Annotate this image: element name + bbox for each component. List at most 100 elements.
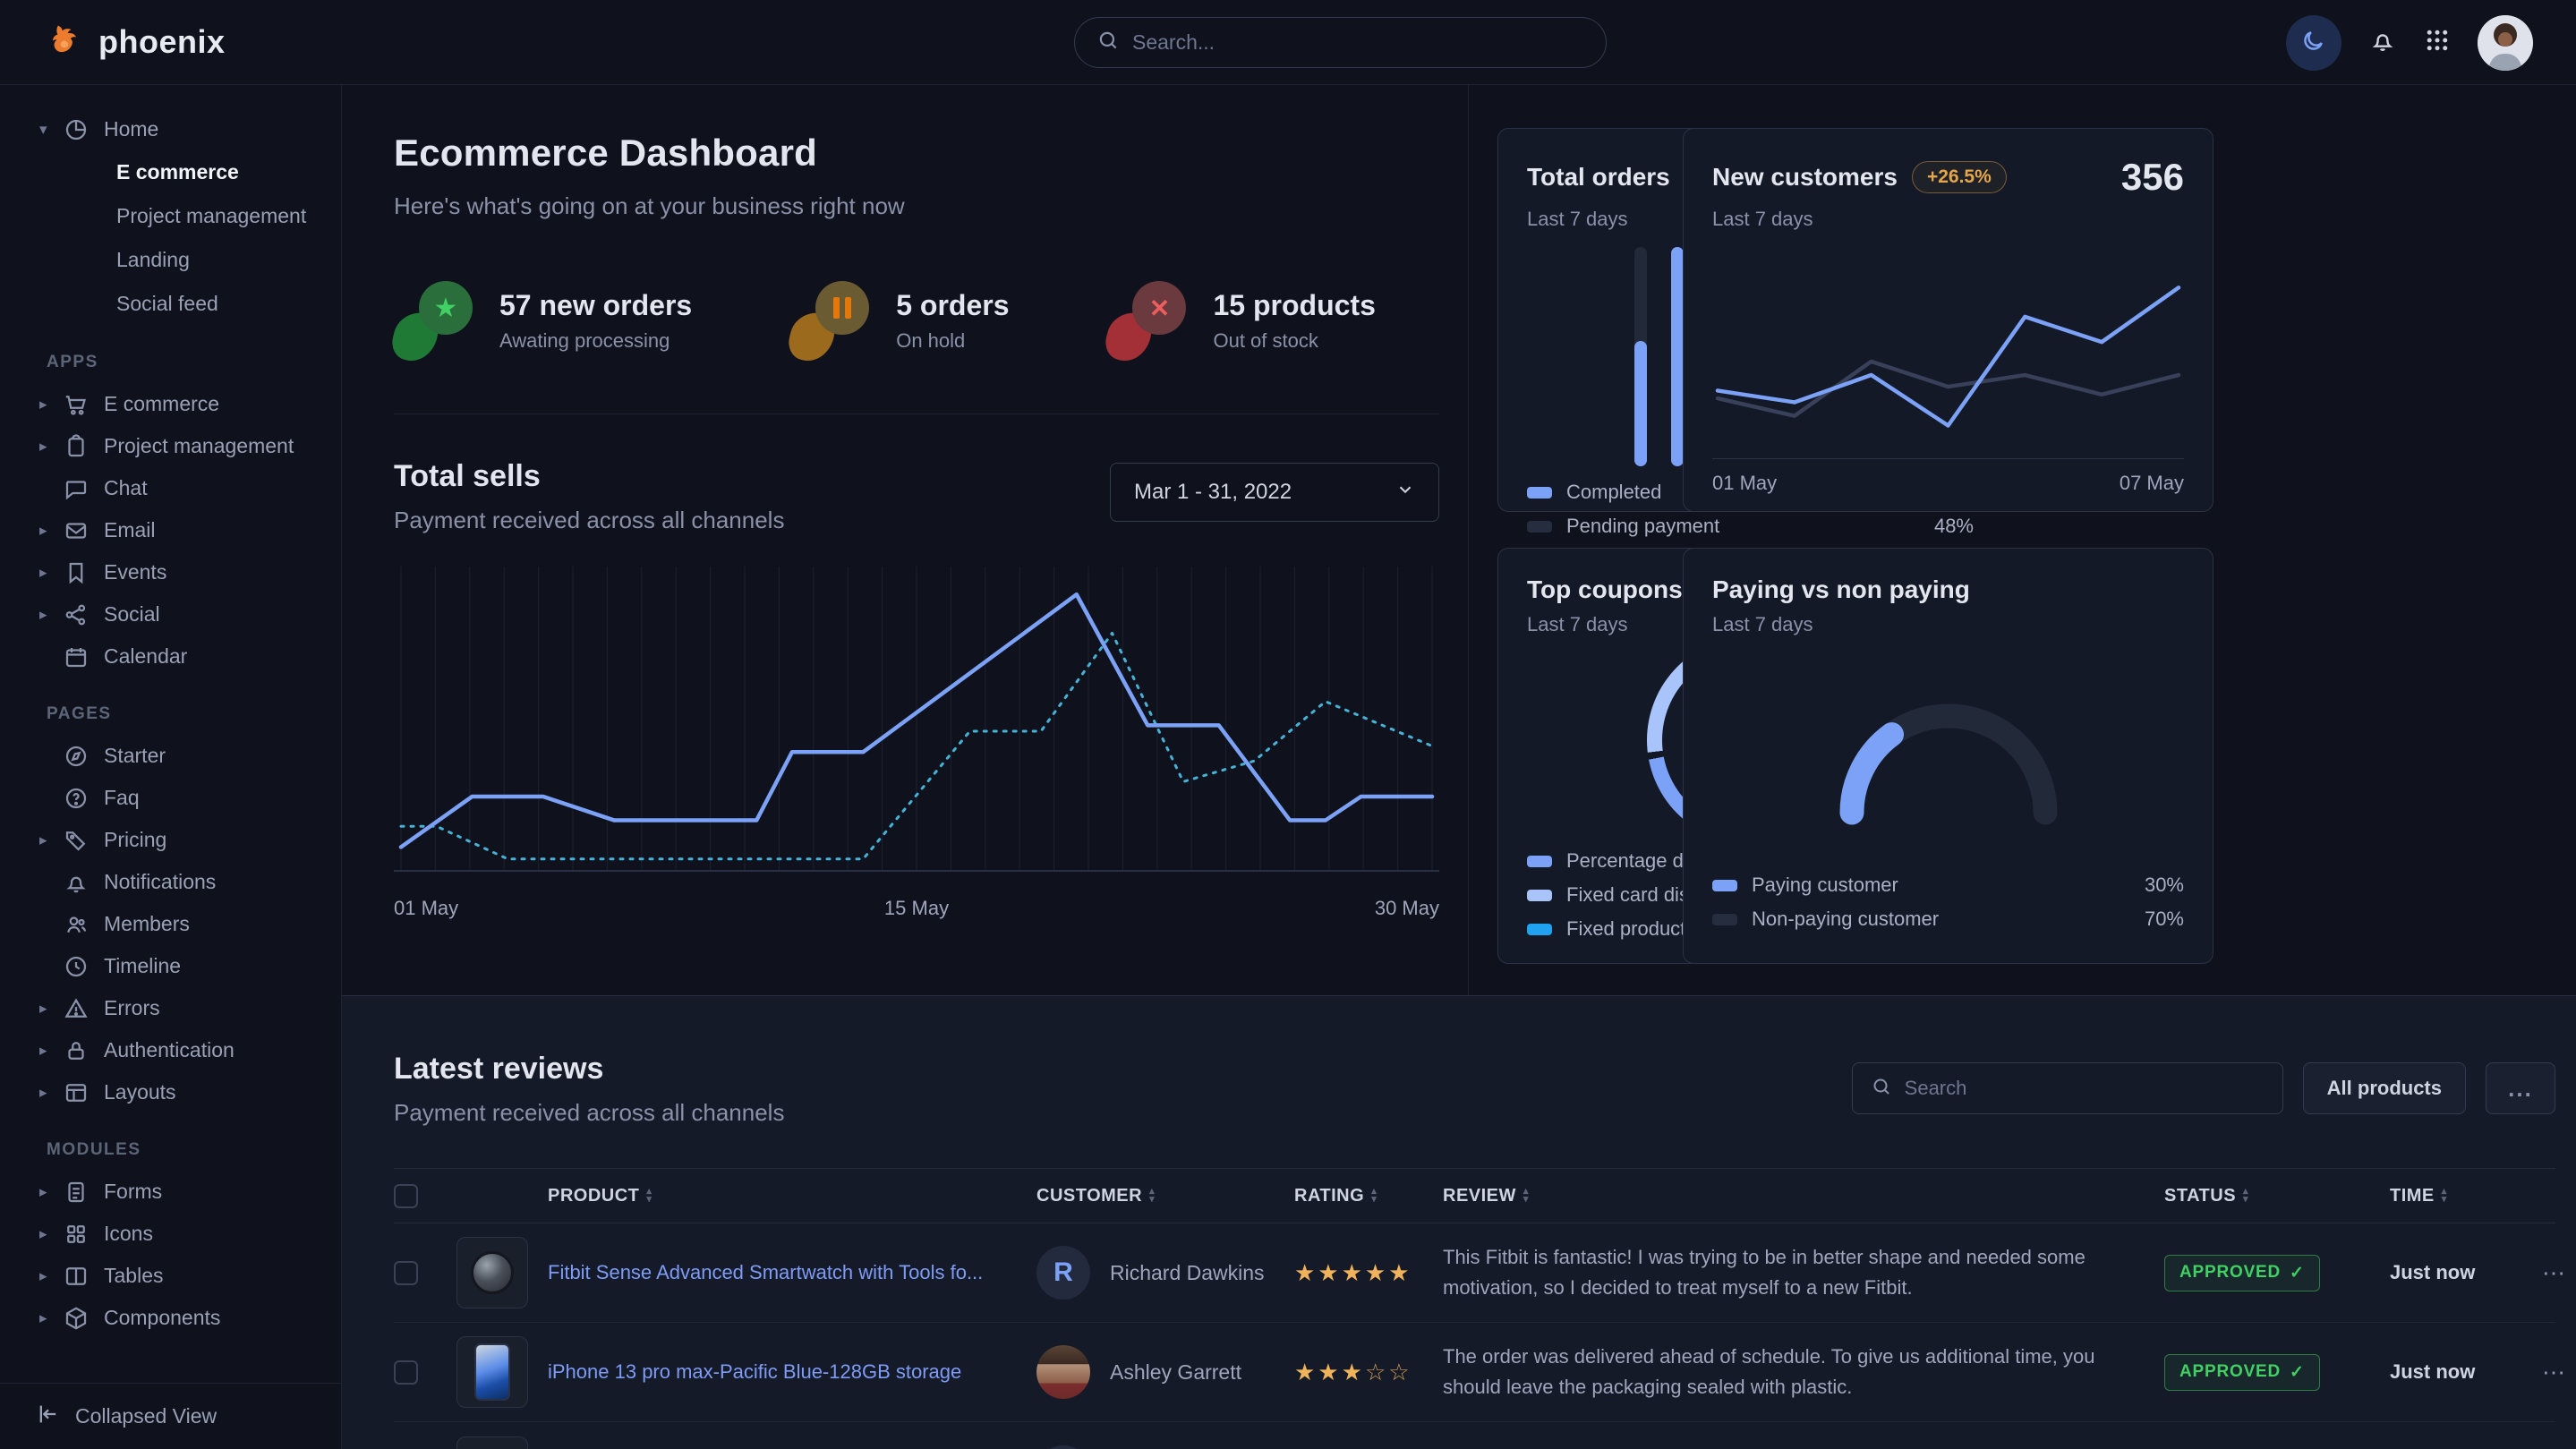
sidebar-subitem-project-management[interactable]: Project management — [0, 194, 341, 238]
sidebar-item-members[interactable]: ▸ Members — [0, 903, 341, 945]
collapse-sidebar-button[interactable]: Collapsed View — [0, 1383, 341, 1449]
select-all-checkbox[interactable] — [394, 1184, 418, 1208]
navbar-search-input[interactable] — [1132, 30, 1584, 55]
new-customers-card: New customers +26.5% 356 Last 7 days 01 … — [1683, 128, 2213, 512]
caret-right-icon: ▸ — [39, 1225, 54, 1243]
date-range-select[interactable]: Mar 1 - 31, 2022 — [1110, 463, 1439, 522]
paying-gauge-chart — [1712, 636, 2184, 868]
row-checkbox[interactable] — [394, 1261, 418, 1285]
apps-grid-button[interactable] — [2424, 27, 2451, 58]
latest-reviews-title: Latest reviews — [394, 1052, 784, 1087]
user-avatar[interactable] — [2478, 15, 2533, 71]
legend-swatch — [1527, 856, 1552, 867]
collapse-arrow-icon — [36, 1402, 61, 1432]
column-header-review[interactable]: REVIEW▴▾ — [1443, 1186, 2164, 1206]
row-actions-button[interactable]: ⋯ — [2542, 1259, 2571, 1287]
sidebar-subitem-social-feed[interactable]: Social feed — [0, 282, 341, 326]
status-badge: APPROVED✓ — [2164, 1255, 2320, 1291]
question-circle-icon — [63, 785, 90, 812]
latest-reviews-subtitle: Payment received across all channels — [394, 1099, 784, 1127]
sidebar-item-layouts[interactable]: ▸ Layouts — [0, 1071, 341, 1113]
table-header-row: PRODUCT▴▾ CUSTOMER▴▾ RATING▴▾ REVIEW▴▾ S… — [394, 1168, 2555, 1223]
sidebar-item-project-management-app[interactable]: ▸ Project management — [0, 425, 341, 467]
caret-right-icon: ▸ — [39, 1084, 54, 1102]
page-subtitle: Here's what's going on at your business … — [394, 192, 1468, 220]
sidebar-item-errors[interactable]: ▸ Errors — [0, 987, 341, 1029]
row-actions-button[interactable]: ⋯ — [2542, 1359, 2571, 1386]
sidebar-item-icons[interactable]: ▸ Icons — [0, 1213, 341, 1255]
sidebar-item-notifications[interactable]: ▸ Notifications — [0, 861, 341, 903]
sort-icon: ▴▾ — [646, 1188, 652, 1204]
total-sells-chart — [394, 561, 1439, 886]
caret-right-icon: ▸ — [39, 831, 54, 849]
logo-text: phoenix — [98, 23, 226, 61]
sidebar-item-chat[interactable]: ▸ Chat — [0, 467, 341, 509]
reviews-table: PRODUCT▴▾ CUSTOMER▴▾ RATING▴▾ REVIEW▴▾ S… — [394, 1168, 2555, 1449]
sidebar-subitem-ecommerce[interactable]: E commerce — [0, 150, 341, 194]
product-link[interactable]: iPhone 13 pro max-Pacific Blue-128GB sto… — [548, 1359, 1036, 1385]
main-left-column: Ecommerce Dashboard Here's what's going … — [342, 85, 1469, 995]
sidebar-item-email[interactable]: ▸ Email — [0, 509, 341, 551]
bell-icon — [63, 869, 90, 896]
rating-stars: ★★★☆☆ — [1294, 1359, 1443, 1386]
product-thumbnail[interactable] — [456, 1237, 528, 1308]
logo[interactable]: phoenix — [47, 21, 226, 64]
sort-icon: ▴▾ — [1371, 1188, 1377, 1204]
sidebar-item-timeline[interactable]: ▸ Timeline — [0, 945, 341, 987]
clock-icon — [63, 953, 90, 980]
check-icon: ✓ — [2290, 1362, 2305, 1383]
new-orders-star-icon: ★ — [394, 279, 476, 362]
sidebar-item-calendar[interactable]: ▸ Calendar — [0, 635, 341, 678]
search-icon — [1096, 29, 1120, 56]
column-header-customer[interactable]: CUSTOMER▴▾ — [1036, 1186, 1294, 1206]
pie-chart-icon — [63, 116, 90, 143]
search-icon — [1871, 1076, 1892, 1102]
column-header-product[interactable]: PRODUCT▴▾ — [548, 1186, 1036, 1206]
legend-swatch — [1527, 487, 1552, 499]
sidebar-item-starter[interactable]: ▸ Starter — [0, 735, 341, 777]
top-navbar: phoenix — [0, 0, 2576, 85]
sidebar-subitem-landing[interactable]: Landing — [0, 238, 341, 282]
new-customers-badge: +26.5% — [1912, 161, 2007, 193]
sidebar-item-forms[interactable]: ▸ Forms — [0, 1171, 341, 1213]
caret-right-icon: ▸ — [39, 1183, 54, 1201]
new-customers-line-chart — [1712, 231, 2184, 456]
total-sells-title: Total sells — [394, 459, 784, 494]
column-header-time[interactable]: TIME▴▾ — [2390, 1186, 2542, 1206]
product-thumbnail[interactable] — [456, 1336, 528, 1408]
status-badge: APPROVED✓ — [2164, 1354, 2320, 1391]
avatar — [1036, 1345, 1090, 1399]
caret-right-icon: ▸ — [39, 1042, 54, 1060]
column-header-rating[interactable]: RATING▴▾ — [1294, 1186, 1443, 1206]
bookmark-icon — [63, 559, 90, 586]
sidebar-item-components[interactable]: ▸ Components — [0, 1297, 341, 1339]
product-thumbnail[interactable] — [456, 1436, 528, 1449]
sidebar-item-authentication[interactable]: ▸ Authentication — [0, 1029, 341, 1071]
caret-right-icon: ▸ — [39, 564, 54, 582]
sidebar-item-faq[interactable]: ▸ Faq — [0, 777, 341, 819]
time-cell: Just now — [2390, 1360, 2542, 1384]
chevron-down-icon — [1395, 480, 1415, 506]
sidebar-item-tables[interactable]: ▸ Tables — [0, 1255, 341, 1297]
paying-vs-nonpaying-card: Paying vs non paying Last 7 days Paying … — [1683, 548, 2213, 964]
reviews-more-button[interactable]: ... — [2486, 1062, 2555, 1114]
row-checkbox[interactable] — [394, 1360, 418, 1385]
notifications-button[interactable] — [2368, 26, 2397, 59]
all-products-button[interactable]: All products — [2303, 1062, 2466, 1114]
reviews-search[interactable] — [1852, 1062, 2283, 1114]
navbar-search[interactable] — [1074, 17, 1607, 68]
legend-swatch — [1527, 521, 1552, 533]
theme-toggle-button[interactable] — [2286, 15, 2341, 71]
sidebar-item-home[interactable]: ▾ Home — [0, 108, 341, 150]
sidebar-item-ecommerce-app[interactable]: ▸ E commerce — [0, 383, 341, 425]
legend-swatch — [1712, 914, 1737, 925]
reviews-search-input[interactable] — [1905, 1077, 2265, 1100]
product-link[interactable]: Fitbit Sense Advanced Smartwatch with To… — [548, 1259, 1036, 1286]
nine-dots-icon — [2424, 27, 2451, 58]
sidebar-item-pricing[interactable]: ▸ Pricing — [0, 819, 341, 861]
column-header-status[interactable]: STATUS▴▾ — [2164, 1186, 2390, 1206]
sidebar-item-events[interactable]: ▸ Events — [0, 551, 341, 593]
avatar — [1036, 1445, 1090, 1449]
sidebar-item-social[interactable]: ▸ Social — [0, 593, 341, 635]
new-customers-x-axis: 01 May 07 May — [1712, 458, 2184, 495]
